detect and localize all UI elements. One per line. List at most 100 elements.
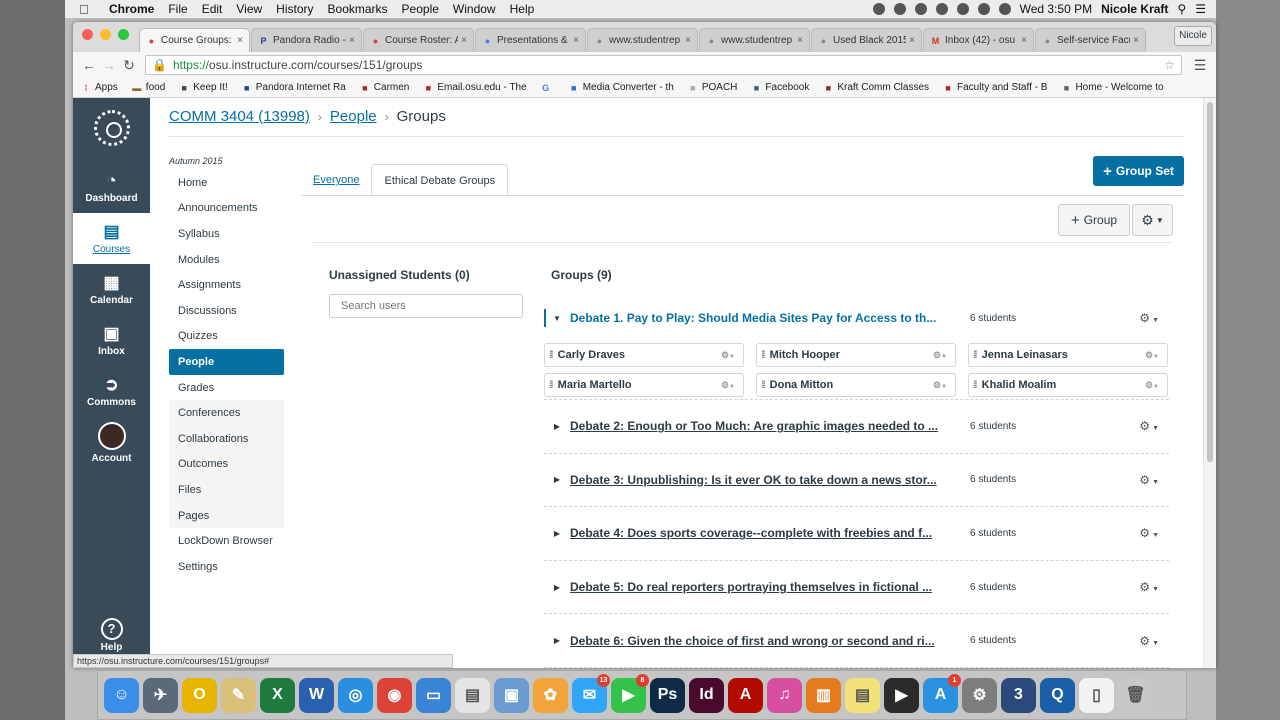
photoshop-icon[interactable]: Ps — [650, 677, 685, 713]
course-nav-syllabus[interactable]: Syllabus — [169, 221, 284, 247]
drag-handle-icon[interactable]: ⁞⁞ — [761, 350, 765, 361]
caret-right-icon[interactable]: ▶ — [544, 529, 570, 538]
canvas-logo[interactable] — [93, 110, 130, 146]
word-icon[interactable]: W — [299, 677, 334, 713]
minimize-window-icon[interactable] — [100, 29, 111, 40]
group-row[interactable]: ▼ Debate 1. Pay to Play: Should Media Sit… — [544, 298, 1169, 338]
dropbox-icon[interactable] — [893, 3, 906, 15]
menubar-clock[interactable]: Wed 3:50 PM — [1020, 2, 1092, 16]
group-name[interactable]: Debate 3: Unpublishing: Is it ever OK to… — [570, 473, 952, 487]
course-nav-pages[interactable]: Pages — [169, 502, 284, 529]
breadcrumb-people[interactable]: People — [330, 108, 377, 125]
close-tab-icon[interactable]: × — [349, 35, 355, 46]
group-name[interactable]: Debate 4: Does sports coverage--complete… — [570, 526, 952, 540]
global-nav-courses[interactable]: ▤ Courses — [73, 213, 150, 264]
course-nav-outcomes[interactable]: Outcomes — [169, 451, 284, 478]
member-settings-button[interactable]: ⚙▼ — [933, 380, 947, 391]
group-member-card[interactable]: ⁞⁞ Jenna Leinasars ⚙▼ — [968, 343, 1168, 367]
course-nav-modules[interactable]: Modules — [169, 247, 284, 273]
menu-help[interactable]: Help — [510, 2, 535, 16]
profile-button[interactable]: Nicole — [1174, 26, 1212, 46]
group-member-card[interactable]: ⁞⁞ Khalid Moalim ⚙▼ — [968, 373, 1168, 397]
quicktime-icon[interactable]: Q — [1040, 677, 1075, 713]
breadcrumb-course[interactable]: COMM 3404 (13998) — [169, 108, 310, 125]
launchpad-icon[interactable]: ✈ — [143, 677, 178, 713]
group-settings-button[interactable]: ⚙ ▼ — [1139, 473, 1159, 487]
menu-bookmarks[interactable]: Bookmarks — [328, 2, 388, 16]
spotlight-icon[interactable]: ⚲ — [1177, 2, 1186, 16]
shield-icon[interactable] — [914, 3, 927, 15]
browser-tab[interactable]: M Inbox (42) - osu × — [923, 28, 1034, 52]
browser-tab[interactable]: P Pandora Radio - × — [251, 28, 362, 52]
browser-tab[interactable]: ● Course Roster: A × — [363, 28, 474, 52]
bookmark-star-icon[interactable]: ☆ — [1164, 58, 1175, 72]
timemachine-icon[interactable]: 3 — [1001, 677, 1036, 713]
group-name[interactable]: Debate 5: Do real reporters portraying t… — [570, 580, 952, 594]
group-settings-button[interactable]: ⚙ ▼ — [1139, 526, 1159, 540]
bookmark-item[interactable]: ▬ food — [132, 82, 165, 93]
bookmark-item[interactable]: ■ Keep It! — [179, 82, 228, 93]
group-member-card[interactable]: ⁞⁞ Mitch Hooper ⚙▼ — [756, 343, 956, 367]
chrome-icon[interactable]: ◉ — [377, 677, 412, 713]
group-set-settings-button[interactable]: ⚙ ▼ — [1132, 204, 1173, 236]
zoom-window-icon[interactable] — [118, 29, 129, 40]
indesign-icon[interactable]: Id — [689, 677, 724, 713]
sysprefs-icon[interactable]: ⚙ — [962, 677, 997, 713]
group-settings-button[interactable]: ⚙ ▼ — [1139, 634, 1159, 648]
itunes-icon[interactable]: ♫ — [767, 677, 802, 713]
close-tab-icon[interactable]: × — [573, 35, 579, 46]
document-icon[interactable]: ▯ — [1079, 677, 1114, 713]
photos-icon[interactable]: ✿ — [533, 677, 568, 713]
acrobat-icon[interactable]: A — [728, 677, 763, 713]
course-nav-home[interactable]: Home — [169, 170, 284, 196]
bookmark-item[interactable]: ■ Home - Welcome to — [1061, 82, 1164, 93]
group-member-card[interactable]: ⁞⁞ Dona Mitton ⚙▼ — [756, 373, 956, 397]
member-settings-button[interactable]: ⚙▼ — [721, 350, 735, 361]
group-name[interactable]: Debate 6: Given the choice of first and … — [570, 634, 952, 648]
tab-everyone[interactable]: Everyone — [301, 164, 371, 196]
menu-edit[interactable]: Edit — [202, 2, 223, 16]
close-tab-icon[interactable]: × — [685, 35, 691, 46]
group-row[interactable]: ▶ Debate 4: Does sports coverage--complet… — [544, 507, 1169, 561]
close-tab-icon[interactable]: × — [1133, 35, 1139, 46]
outlook-icon[interactable]: O — [182, 677, 217, 713]
messages-icon[interactable]: ✉ 13 — [572, 673, 610, 713]
drag-handle-icon[interactable]: ⁞⁞ — [973, 350, 977, 361]
course-nav-discussions[interactable]: Discussions — [169, 298, 284, 324]
member-settings-button[interactable]: ⚙▼ — [1145, 380, 1159, 391]
drag-handle-icon[interactable]: ⁞⁞ — [761, 380, 765, 391]
bookmark-item[interactable]: ■ Kraft Comm Classes — [823, 82, 929, 93]
forward-icon[interactable]: → — [99, 57, 119, 73]
global-nav-account[interactable]: Account — [73, 417, 150, 468]
group-row[interactable]: ▶ Debate 2: Enough or Too Much: Are graph… — [544, 400, 1169, 454]
stickies-icon[interactable]: ▤ — [845, 677, 880, 713]
search-users-input[interactable]: Search users — [329, 294, 523, 318]
global-nav-dashboard[interactable]: ◔ Dashboard — [73, 162, 150, 213]
battery-icon[interactable] — [998, 3, 1011, 15]
drag-handle-icon[interactable]: ⁞⁞ — [973, 380, 977, 391]
keynote-icon[interactable]: ▭ — [416, 677, 451, 713]
browser-tab[interactable]: ● www.studentrep × — [587, 28, 698, 52]
preview-icon[interactable]: ▣ — [494, 677, 529, 713]
appstore-icon[interactable]: A1 — [923, 673, 961, 713]
bookmark-item[interactable]: ■ Facebook — [751, 82, 810, 93]
close-tab-icon[interactable]: × — [909, 35, 915, 46]
course-nav-grades[interactable]: Grades — [169, 375, 284, 401]
bookmark-item[interactable]: ■ Carmen — [360, 82, 409, 93]
course-nav-settings[interactable]: Settings — [169, 554, 284, 580]
address-bar[interactable]: 🔒 https:// osu.instructure.com/courses/1… — [145, 55, 1182, 75]
caret-right-icon[interactable]: ▶ — [544, 583, 570, 592]
menu-people[interactable]: People — [402, 2, 439, 16]
caret-down-icon[interactable]: ▼ — [544, 314, 570, 323]
notes-icon[interactable]: ▤ — [455, 677, 490, 713]
bookmark-item[interactable]: ⁞ Apps — [81, 82, 118, 93]
record-icon[interactable] — [872, 3, 885, 15]
apple-menu-icon[interactable]:  — [79, 2, 97, 17]
close-tab-icon[interactable]: × — [1021, 35, 1027, 46]
chrome-menu-icon[interactable]: ☰ — [1190, 57, 1210, 74]
page-scrollbar[interactable] — [1203, 98, 1216, 668]
member-settings-button[interactable]: ⚙▼ — [1145, 350, 1159, 361]
browser-tab[interactable]: ● Presentations & × — [475, 28, 586, 52]
volume-icon[interactable] — [956, 3, 969, 15]
add-group-set-button[interactable]: + Group Set — [1093, 156, 1184, 186]
